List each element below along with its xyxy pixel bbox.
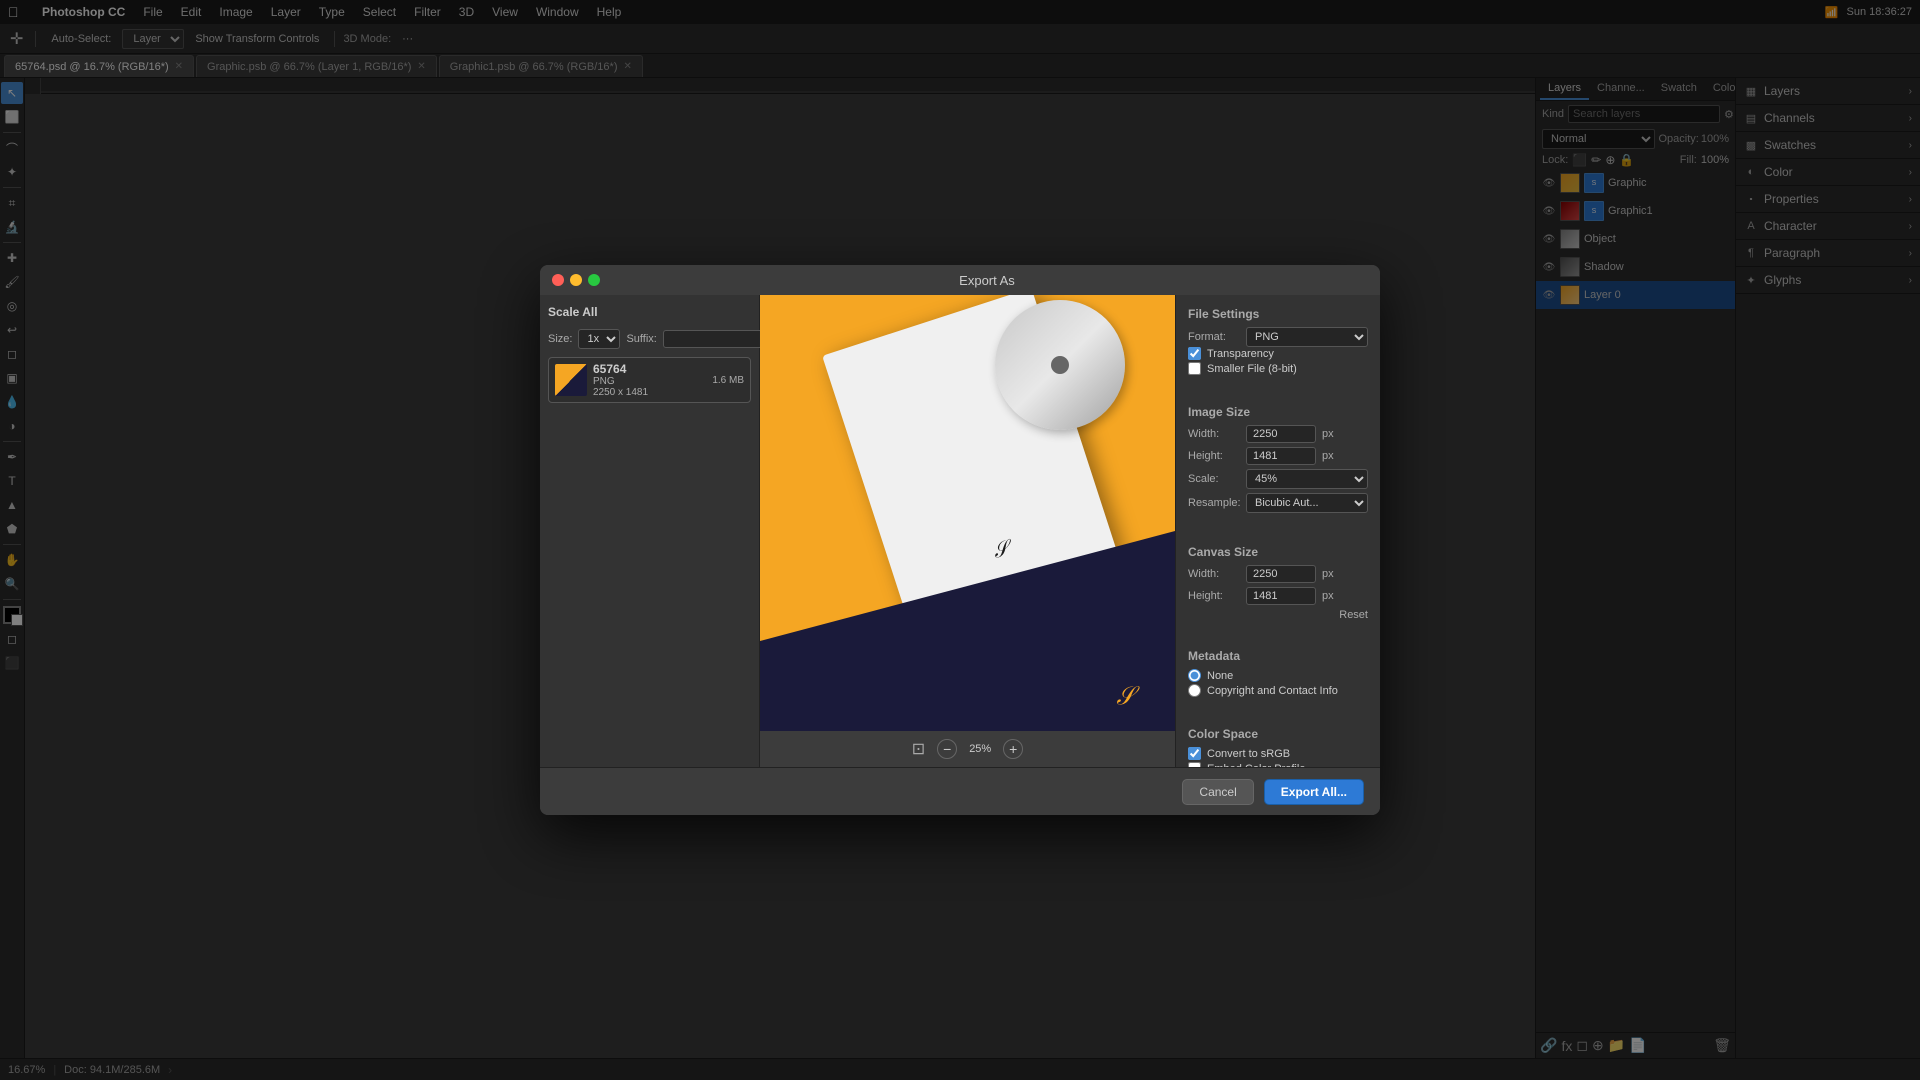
dialog-close-btn[interactable] [552,274,564,286]
image-width-input[interactable]: 2250 [1246,425,1316,443]
smaller-file-row: Smaller File (8-bit) [1188,362,1368,375]
canvas-width-row: Width: 2250 px [1188,565,1368,583]
scale-select[interactable]: 25% 45% 50% 100% [1246,469,1368,489]
dialog-body: Scale All Size: 1x 2x 3x Suffix: + [540,295,1380,767]
metadata-copyright-radio[interactable] [1188,684,1201,697]
preview-image-area: 𝒮 𝒮 [760,295,1175,767]
suffix-label: Suffix: [626,333,656,345]
dialog-minimize-btn[interactable] [570,274,582,286]
resample-row: Resample: Bicubic Aut... Bicubic Bilinea… [1188,493,1368,513]
size-select[interactable]: 1x 2x 3x [578,329,620,349]
metadata-none-radio[interactable] [1188,669,1201,682]
image-height-unit: px [1322,450,1334,462]
file-name: 65764 [593,362,706,376]
convert-srgb-checkbox[interactable] [1188,747,1201,760]
color-space-title: Color Space [1188,727,1368,741]
file-settings-title: File Settings [1188,307,1368,321]
dialog-title: Export As [606,273,1368,288]
scale-label: Scale: [1188,473,1240,485]
preview-container: 𝒮 𝒮 [760,295,1175,767]
image-width-unit: px [1322,428,1334,440]
canvas-size-title: Canvas Size [1188,545,1368,559]
transparency-label: Transparency [1207,348,1274,360]
cancel-button[interactable]: Cancel [1182,779,1253,805]
zoom-in-btn[interactable]: + [1003,739,1023,759]
metadata-section: Metadata None Copyright and Contact Info [1188,649,1368,699]
smaller-file-label: Smaller File (8-bit) [1207,363,1297,375]
image-width-row: Width: 2250 px [1188,425,1368,443]
resample-label: Resample: [1188,497,1240,509]
export-as-dialog: Export As Scale All Size: 1x 2x 3x Suffi… [540,265,1380,815]
dialog-filelist: Scale All Size: 1x 2x 3x Suffix: + [540,295,760,767]
preview-cd-element [995,300,1125,430]
format-label: Format: [1188,331,1240,343]
dialog-maximize-btn[interactable] [588,274,600,286]
preview-cd-hole [1051,356,1069,374]
canvas-height-unit: px [1322,590,1334,602]
preview-dark-logo: 𝒮 [1115,683,1136,712]
image-width-label: Width: [1188,428,1240,440]
preview-fit-icon[interactable]: ⊡ [912,739,925,759]
export-all-button[interactable]: Export All... [1264,779,1364,805]
file-settings-section: File Settings Format: PNG JPG GIF SVG We… [1188,307,1368,377]
color-space-section: Color Space Convert to sRGB Embed Color … [1188,727,1368,767]
reset-canvas-btn[interactable]: Reset [1339,609,1368,621]
format-row: Format: PNG JPG GIF SVG WebP [1188,327,1368,347]
convert-srgb-label: Convert to sRGB [1207,748,1290,760]
metadata-none-row: None [1188,669,1368,682]
metadata-title: Metadata [1188,649,1368,663]
file-item[interactable]: 65764 PNG 2250 x 1481 1.6 MB [548,357,751,403]
metadata-copyright-label: Copyright and Contact Info [1207,685,1338,697]
canvas-width-label: Width: [1188,568,1240,580]
canvas-height-row: Height: 1481 px [1188,587,1368,605]
canvas-width-input[interactable]: 2250 [1246,565,1316,583]
dialog-overlay: Export As Scale All Size: 1x 2x 3x Suffi… [0,0,1920,1080]
transparency-checkbox[interactable] [1188,347,1201,360]
smaller-file-checkbox[interactable] [1188,362,1201,375]
size-suffix-row: Size: 1x 2x 3x Suffix: + [548,329,751,349]
reset-row: Reset [1188,609,1368,621]
convert-srgb-row: Convert to sRGB [1188,747,1368,760]
file-thumbnail [555,364,587,396]
metadata-copyright-row: Copyright and Contact Info [1188,684,1368,697]
image-height-row: Height: 1481 px [1188,447,1368,465]
file-info: 65764 PNG 2250 x 1481 [593,362,706,398]
transparency-row: Transparency [1188,347,1368,360]
file-type: PNG [593,376,706,387]
canvas-width-unit: px [1322,568,1334,580]
zoom-out-btn[interactable]: − [937,739,957,759]
scale-row: Scale: 25% 45% 50% 100% [1188,469,1368,489]
file-size: 1.6 MB [712,375,744,386]
resample-select[interactable]: Bicubic Aut... Bicubic Bilinear Nearest … [1246,493,1368,513]
dialog-titlebar: Export As [540,265,1380,295]
image-size-section: Image Size Width: 2250 px Height: 1481 p… [1188,405,1368,517]
canvas-height-input[interactable]: 1481 [1246,587,1316,605]
size-label: Size: [548,333,572,345]
dialog-settings: File Settings Format: PNG JPG GIF SVG We… [1175,295,1380,767]
dialog-footer: Cancel Export All... [540,767,1380,815]
image-height-input[interactable]: 1481 [1246,447,1316,465]
image-size-title: Image Size [1188,405,1368,419]
format-select[interactable]: PNG JPG GIF SVG WebP [1246,327,1368,347]
zoom-percentage: 25% [969,743,991,755]
canvas-size-section: Canvas Size Width: 2250 px Height: 1481 … [1188,545,1368,621]
file-dims: 2250 x 1481 [593,387,706,398]
scale-all-header: Scale All [548,303,751,321]
metadata-none-label: None [1207,670,1233,682]
canvas-height-label: Height: [1188,590,1240,602]
image-height-label: Height: [1188,450,1240,462]
dialog-preview: 𝒮 𝒮 [760,295,1175,767]
preview-toolbar: ⊡ − 25% + [760,731,1175,767]
